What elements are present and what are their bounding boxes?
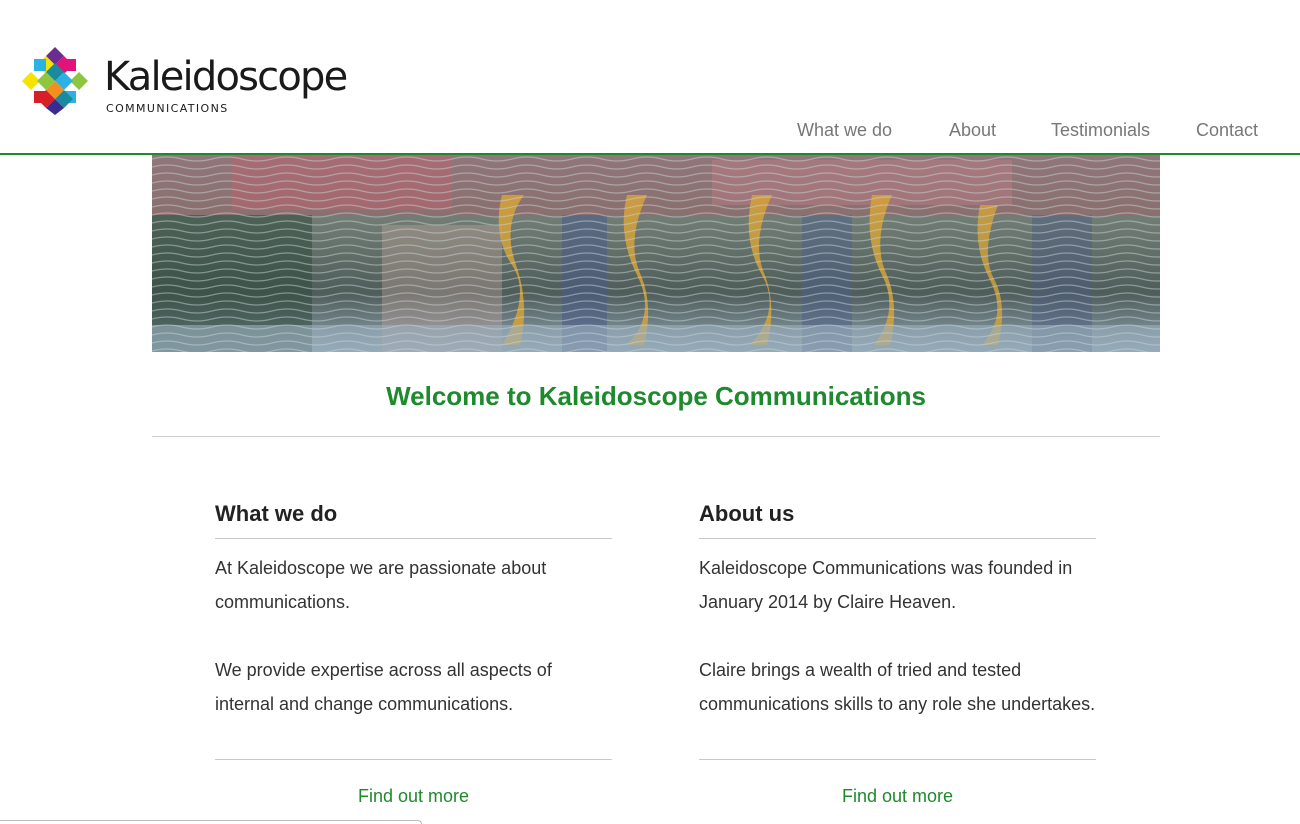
section-divider — [699, 759, 1096, 760]
nav-item-what-we-do[interactable]: What we do — [797, 120, 892, 141]
site-logo-link[interactable]: Kaleidoscope COMMUNICATIONS — [22, 47, 348, 119]
section-paragraph: Kaleidoscope Communications was founded … — [699, 558, 1073, 612]
nav-item-about[interactable]: About — [949, 120, 996, 141]
brand-tagline: COMMUNICATIONS — [106, 102, 229, 115]
brand-name: Kaleidoscope — [104, 54, 348, 100]
section-heading: About us — [699, 497, 1096, 539]
section-body: At Kaleidoscope we are passionate about … — [215, 551, 612, 721]
nav-item-contact[interactable]: Contact — [1196, 120, 1258, 141]
find-out-more-link-about-us[interactable]: Find out more — [699, 786, 1096, 807]
about-us-section: About us Kaleidoscope Communications was… — [699, 497, 1096, 806]
rippled-water-reflection-photo — [152, 155, 1160, 352]
bottom-scroll-edge — [0, 820, 422, 824]
page-title: Welcome to Kaleidoscope Communications — [386, 381, 926, 411]
find-out-more-link-what-we-do[interactable]: Find out more — [215, 786, 612, 807]
what-we-do-section: What we do At Kaleidoscope we are passio… — [215, 497, 612, 806]
section-paragraph: We provide expertise across all aspects … — [215, 660, 552, 714]
nav-item-testimonials[interactable]: Testimonials — [1051, 120, 1150, 141]
site-header: Kaleidoscope COMMUNICATIONS What we do A… — [0, 0, 1300, 155]
section-heading: What we do — [215, 497, 612, 539]
title-divider — [152, 436, 1160, 437]
section-paragraph: Claire brings a wealth of tried and test… — [699, 660, 1096, 714]
main-navigation: What we do About Testimonials Contact — [0, 120, 1300, 150]
hero-image — [152, 155, 1160, 352]
section-body: Kaleidoscope Communications was founded … — [699, 551, 1096, 721]
kaleidoscope-diamond-logo-icon — [22, 47, 88, 115]
section-paragraph: At Kaleidoscope we are passionate about … — [215, 558, 547, 612]
section-divider — [215, 759, 612, 760]
